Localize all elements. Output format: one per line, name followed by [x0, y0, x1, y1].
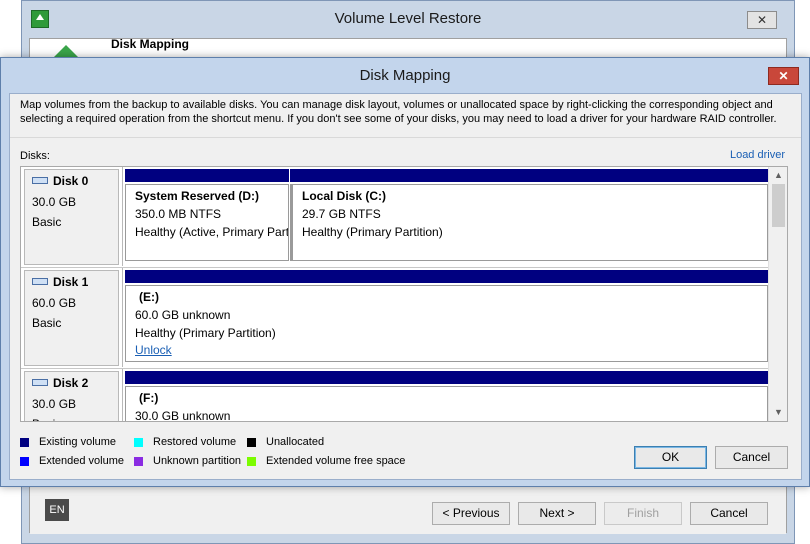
- volume-e[interactable]: (E:) 60.0 GB unknown Healthy (Primary Pa…: [125, 270, 768, 362]
- disk-type: Basic: [32, 215, 62, 229]
- legend-swatch: [20, 438, 29, 447]
- volume-bar: [290, 169, 768, 182]
- volume-body: Local Disk (C:) 29.7 GB NTFS Healthy (Pr…: [290, 184, 768, 261]
- volume-size: 29.7 GB NTFS: [302, 207, 381, 221]
- disk-row-2[interactable]: Disk 2 30.0 GB Basic (F:) 30.0 GB unknow…: [21, 369, 769, 422]
- disk-area-2: (F:) 30.0 GB unknown: [122, 369, 768, 422]
- volume-size: 60.0 GB unknown: [135, 308, 231, 322]
- wizard-close-button[interactable]: ✕: [747, 11, 777, 29]
- disk-info-2[interactable]: Disk 2 30.0 GB Basic: [24, 371, 119, 421]
- language-badge[interactable]: EN: [45, 499, 69, 521]
- volume-bar: [125, 371, 768, 384]
- divider: [10, 137, 801, 138]
- legend-swatch: [20, 457, 29, 466]
- unlock-link[interactable]: Unlock: [135, 343, 172, 357]
- disk-type: Basic: [32, 316, 62, 330]
- cancel-button[interactable]: Cancel: [715, 446, 788, 469]
- volume-local-disk-c[interactable]: Local Disk (C:) 29.7 GB NTFS Healthy (Pr…: [290, 169, 768, 261]
- dialog-description: Map volumes from the backup to available…: [20, 99, 777, 125]
- disk-icon: [32, 278, 48, 286]
- disks-label: Disks:: [20, 150, 50, 162]
- volume-system-reserved[interactable]: System Reserved (D:) 350.0 MB NTFS Healt…: [125, 169, 289, 261]
- disk-area-1: (E:) 60.0 GB unknown Healthy (Primary Pa…: [122, 268, 768, 367]
- volume-name: (E:): [139, 290, 159, 304]
- volume-bar: [125, 169, 289, 182]
- dialog-title: Disk Mapping: [359, 67, 451, 84]
- volume-size: 350.0 MB NTFS: [135, 207, 222, 221]
- volume-name: System Reserved (D:): [135, 189, 260, 203]
- legend-swatch: [134, 457, 143, 466]
- wizard-title: Volume Level Restore: [334, 10, 482, 27]
- disk-type: Basic: [32, 417, 61, 421]
- volume-status: Healthy (Primary Partition): [135, 326, 276, 340]
- disk-icon: [32, 379, 48, 387]
- volume-name: (F:): [139, 391, 159, 405]
- disk-icon: [32, 177, 48, 185]
- scroll-thumb[interactable]: [772, 184, 785, 227]
- wizard-footer: EN < Previous Next > Finish Cancel: [30, 481, 786, 534]
- ok-button[interactable]: OK: [634, 446, 707, 469]
- disk-row-0[interactable]: Disk 0 30.0 GB Basic System Reserved (D:…: [21, 167, 769, 268]
- disk-size: 30.0 GB: [32, 397, 77, 411]
- dialog-close-button[interactable]: ✕: [768, 67, 799, 85]
- volume-size: 30.0 GB unknown: [135, 409, 231, 422]
- disk-layout-panel: Disk 0 30.0 GB Basic System Reserved (D:…: [20, 166, 788, 422]
- legend-swatch: [134, 438, 143, 447]
- disk-area-0: System Reserved (D:) 350.0 MB NTFS Healt…: [122, 167, 768, 266]
- legend-swatch: [247, 457, 256, 466]
- disk-name: Disk 2: [32, 376, 88, 390]
- wizard-cancel-button[interactable]: Cancel: [690, 502, 768, 525]
- disk-size: 30.0 GB: [32, 195, 77, 209]
- next-button[interactable]: Next >: [518, 502, 596, 525]
- volume-f[interactable]: (F:) 30.0 GB unknown: [125, 371, 768, 422]
- legend-swatch: [247, 438, 256, 447]
- volume-body: System Reserved (D:) 350.0 MB NTFS Healt…: [125, 184, 289, 261]
- dialog-client: Map volumes from the backup to available…: [9, 93, 802, 480]
- disk-mapping-dialog: Disk Mapping ✕ Map volumes from the back…: [0, 57, 810, 487]
- disk-panel-scrollbar[interactable]: ▲ ▼: [768, 167, 787, 421]
- wizard-step-title: Disk Mapping: [111, 37, 190, 51]
- volume-name: Local Disk (C:): [302, 189, 387, 203]
- previous-button[interactable]: < Previous: [432, 502, 510, 525]
- volume-body: (E:) 60.0 GB unknown Healthy (Primary Pa…: [125, 285, 768, 362]
- disk-info-1[interactable]: Disk 1 60.0 GB Basic: [24, 270, 119, 366]
- volume-bar: [125, 270, 768, 283]
- volume-body: (F:) 30.0 GB unknown: [125, 386, 768, 422]
- disk-name: Disk 0: [32, 174, 88, 188]
- volume-status: Healthy (Active, Primary Partition): [135, 225, 289, 239]
- disk-size: 60.0 GB: [32, 296, 77, 310]
- scroll-up-icon[interactable]: ▲: [769, 167, 787, 184]
- disk-info-0[interactable]: Disk 0 30.0 GB Basic: [24, 169, 119, 265]
- disk-name: Disk 1: [32, 275, 88, 289]
- finish-button[interactable]: Finish: [604, 502, 682, 525]
- scroll-down-icon[interactable]: ▼: [769, 404, 787, 421]
- disk-row-1[interactable]: Disk 1 60.0 GB Basic (E:) 60.0 GB unknow…: [21, 268, 769, 369]
- volume-status: Healthy (Primary Partition): [302, 225, 443, 239]
- load-driver-link[interactable]: Load driver: [730, 149, 785, 161]
